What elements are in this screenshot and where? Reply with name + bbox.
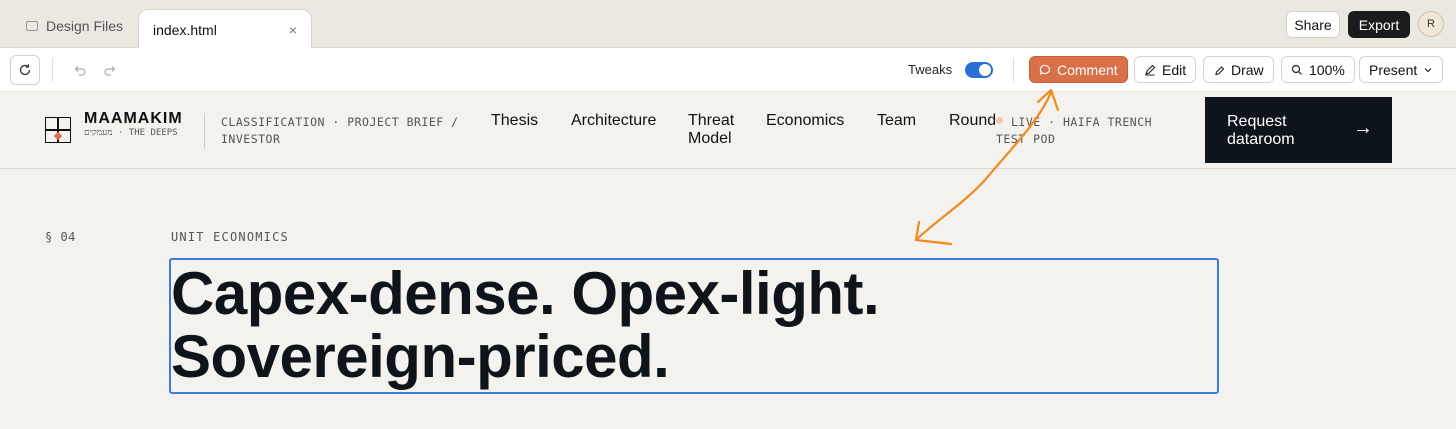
headline-line-2: Sovereign-priced.	[171, 323, 670, 390]
tweaks-label: Tweaks	[908, 62, 953, 77]
nav-round[interactable]: Round	[949, 112, 996, 130]
section-number: § 04	[45, 230, 76, 244]
toolbar-divider	[1013, 58, 1014, 82]
reload-button[interactable]	[10, 55, 40, 85]
request-dataroom-button[interactable]: Request dataroom →	[1205, 97, 1392, 163]
brand-subtitle: מעמקים · THE DEEPS	[84, 128, 178, 138]
export-button[interactable]: Export	[1348, 11, 1410, 38]
search-icon	[1291, 64, 1302, 75]
zoom-level: 100%	[1309, 61, 1345, 78]
toggle-knob	[979, 64, 991, 76]
folder-icon	[26, 21, 38, 31]
draw-button[interactable]: Draw	[1203, 56, 1274, 83]
editor-toolbar: Tweaks Comment Edit Draw 100% Present	[0, 48, 1456, 92]
edit-icon	[1145, 64, 1156, 75]
live-status: LIVE · HAIFA TRENCH TEST POD	[996, 115, 1153, 146]
classification-label: CLASSIFICATION · PROJECT BRIEF / INVESTO…	[221, 115, 459, 146]
share-button[interactable]: Share	[1286, 11, 1340, 38]
present-button-label: Present	[1369, 61, 1418, 78]
logo-icon[interactable]	[45, 117, 71, 143]
header-divider	[204, 113, 205, 149]
headline-line-1: Capex-dense. Opex-light.	[171, 260, 880, 327]
site-header: MAAMAKIM מעמקים · THE DEEPS CLASSIFICATI…	[0, 93, 1456, 169]
edit-button-label: Edit	[1162, 61, 1187, 78]
undo-button[interactable]	[70, 60, 90, 80]
tab-index-html-label: index.html	[153, 21, 217, 38]
undo-icon	[74, 66, 86, 76]
avatar[interactable]: R	[1418, 11, 1444, 37]
nav-architecture[interactable]: Architecture	[571, 112, 656, 130]
headline[interactable]: Capex-dense. Opex-light. Sovereign-price…	[171, 262, 1211, 388]
edit-button[interactable]: Edit	[1134, 56, 1197, 83]
tab-design-files[interactable]: Design Files	[14, 10, 135, 42]
toolbar-divider	[52, 58, 53, 82]
redo-icon	[104, 66, 116, 76]
arrow-right-icon: →	[1353, 117, 1373, 139]
tab-design-files-label: Design Files	[46, 18, 124, 34]
close-icon[interactable]: ×	[289, 22, 297, 38]
draw-button-label: Draw	[1231, 61, 1264, 78]
request-dataroom-label: Request dataroom	[1227, 113, 1295, 148]
comment-button-label: Comment	[1057, 61, 1118, 78]
tab-bar: Design Files index.html × Share Export R	[0, 0, 1456, 49]
pencil-icon	[1215, 65, 1225, 75]
nav-thesis[interactable]: Thesis	[491, 112, 538, 130]
comment-icon	[1039, 64, 1050, 75]
nav-threat-model[interactable]: Threat Model	[688, 112, 748, 148]
nav-team[interactable]: Team	[877, 112, 916, 130]
brand-name[interactable]: MAAMAKIM	[84, 110, 183, 128]
tab-index-html[interactable]: index.html ×	[138, 9, 312, 49]
chevron-down-icon	[1424, 67, 1432, 72]
zoom-button[interactable]: 100%	[1281, 56, 1355, 83]
redo-button[interactable]	[100, 60, 120, 80]
tweaks-toggle[interactable]	[965, 62, 993, 78]
reload-icon	[19, 64, 31, 76]
comment-button[interactable]: Comment	[1029, 56, 1128, 83]
nav-economics[interactable]: Economics	[766, 112, 844, 130]
present-button[interactable]: Present	[1359, 56, 1444, 83]
section-eyebrow: UNIT ECONOMICS	[171, 230, 289, 244]
